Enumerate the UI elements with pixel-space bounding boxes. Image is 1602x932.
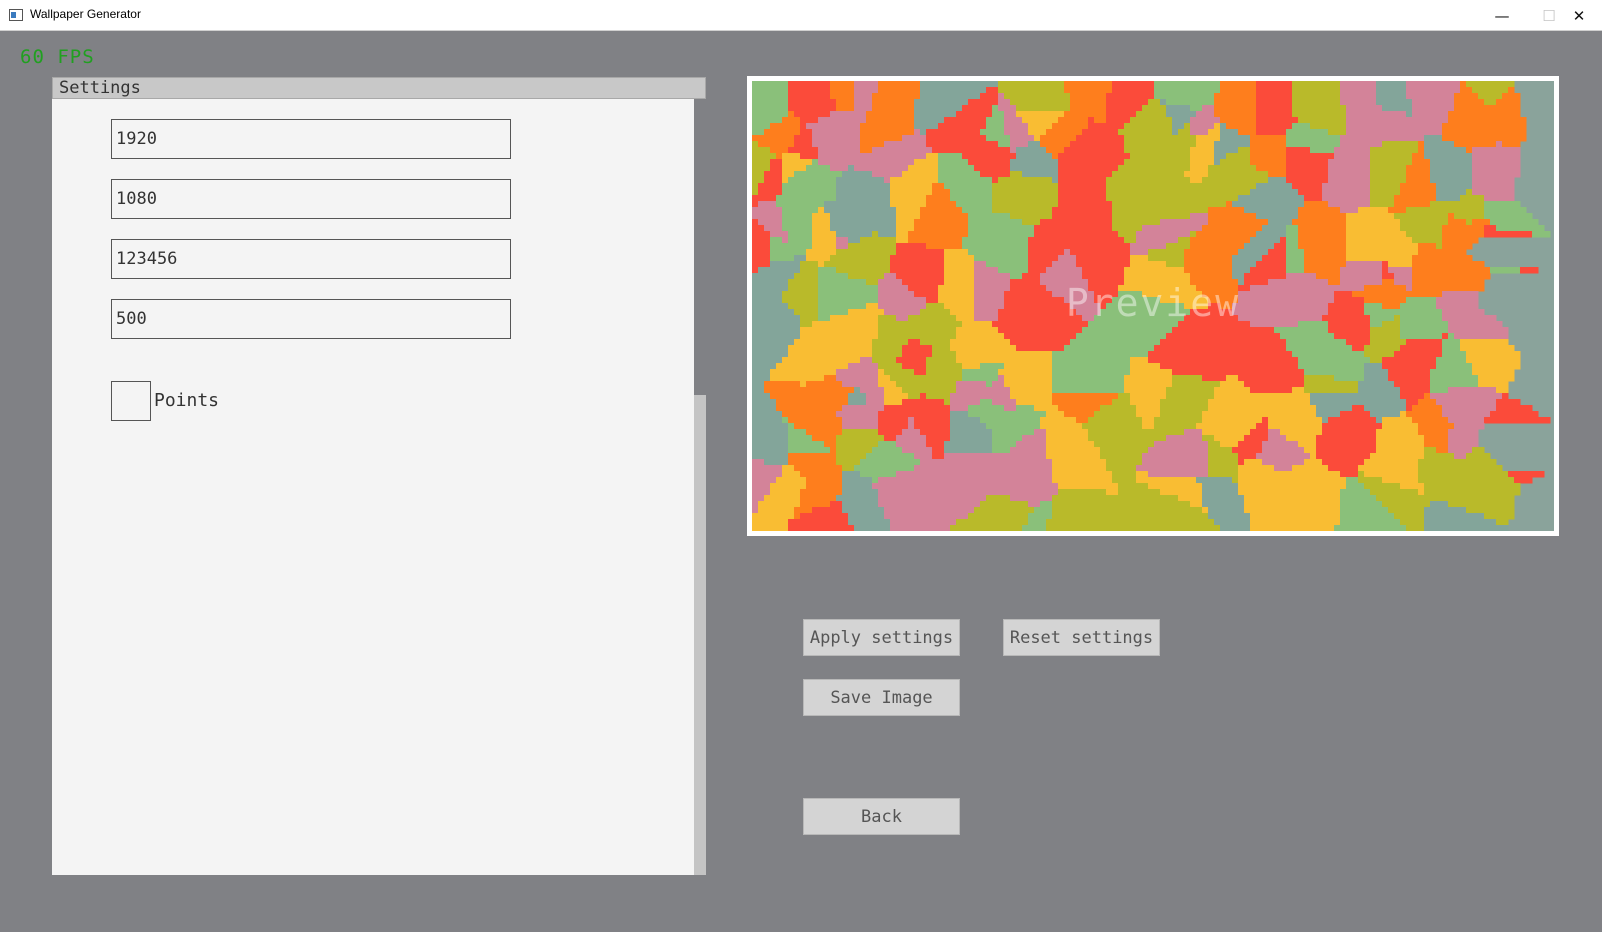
- height-input[interactable]: [111, 179, 511, 219]
- show-points-checkbox[interactable]: [111, 381, 151, 421]
- minimize-button[interactable]: —: [1479, 0, 1525, 31]
- preview-frame: Preview: [747, 76, 1559, 536]
- settings-scrollbar-thumb[interactable]: [694, 99, 706, 395]
- save-image-button[interactable]: Save Image: [803, 679, 960, 716]
- apply-settings-button[interactable]: Apply settings: [803, 619, 960, 656]
- preview-label: Preview: [1065, 281, 1241, 325]
- show-points-label: Points: [154, 390, 220, 411]
- title-bar: Wallpaper Generator — ☐ ✕: [0, 0, 1602, 31]
- back-button[interactable]: Back: [803, 798, 960, 835]
- close-button[interactable]: ✕: [1556, 0, 1602, 31]
- window-title: Wallpaper Generator: [30, 7, 141, 21]
- settings-body: Points: [52, 99, 694, 875]
- fps-counter: 60 FPS: [20, 46, 95, 68]
- settings-header: Settings: [52, 77, 706, 99]
- app-window-icon: [9, 9, 23, 21]
- settings-title: Settings: [59, 78, 141, 98]
- settings-panel: Settings Points: [52, 77, 706, 875]
- settings-scrollbar[interactable]: [694, 99, 706, 875]
- width-input[interactable]: [111, 119, 511, 159]
- seed-input[interactable]: [111, 239, 511, 279]
- points-count-input[interactable]: [111, 299, 511, 339]
- preview-image: Preview: [752, 81, 1554, 531]
- reset-settings-button[interactable]: Reset settings: [1003, 619, 1160, 656]
